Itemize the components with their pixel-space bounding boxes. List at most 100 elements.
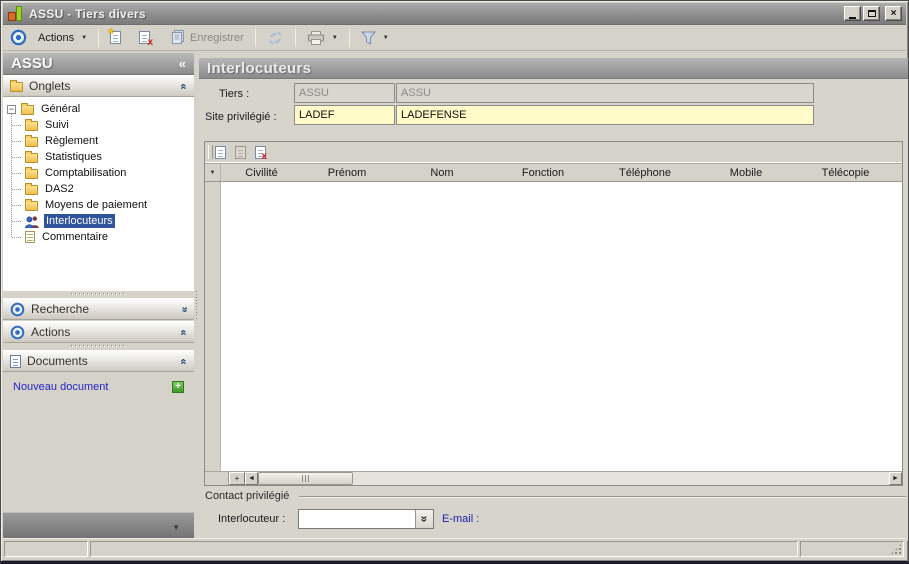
onglets-label: Onglets	[29, 79, 70, 93]
double-chevron-down-icon: »	[419, 516, 431, 523]
tree-item-comptabilisation[interactable]: Comptabilisation	[3, 165, 194, 181]
collapse-node-icon[interactable]: −	[7, 105, 16, 114]
chevron-up-icon[interactable]: »	[178, 83, 189, 89]
grid-add-row-button[interactable]: +	[229, 472, 245, 485]
section-resize-grip[interactable]	[3, 343, 194, 350]
section-header-onglets[interactable]: Onglets »	[3, 75, 194, 97]
scrollbar-track[interactable]	[353, 472, 889, 485]
main-toolbar: Actions ▼ ★ x Enregistrer ▼	[3, 25, 906, 51]
red-x-icon: x	[261, 151, 267, 162]
sidebar-title-bar: ASSU «	[3, 53, 194, 75]
scroll-right-button[interactable]: ►	[889, 472, 902, 485]
site-code-field[interactable]	[294, 105, 395, 125]
actions-menu-button[interactable]: Actions ▼	[33, 29, 92, 47]
interlocuteur-label: Interlocuteur :	[218, 513, 285, 525]
status-panel-middle	[90, 541, 798, 557]
print-button[interactable]: ▼	[302, 28, 343, 48]
filter-button[interactable]: ▼	[356, 28, 394, 48]
tree-item-das2[interactable]: DAS2	[3, 181, 194, 197]
interlocuteur-input[interactable]	[299, 513, 415, 525]
column-header-civilite[interactable]: Civilité	[221, 167, 302, 179]
email-link-label[interactable]: E-mail :	[442, 513, 479, 525]
grid-body-empty[interactable]	[205, 182, 902, 471]
chevron-up-icon[interactable]: »	[178, 358, 189, 364]
contact-group-line	[299, 496, 906, 497]
column-header-mobile[interactable]: Mobile	[696, 167, 796, 179]
section-header-documents[interactable]: Documents »	[3, 350, 194, 372]
tree-item-moyens-de-paiement[interactable]: Moyens de paiement	[3, 197, 194, 213]
status-bar	[3, 538, 906, 558]
overflow-arrow-icon[interactable]: ▼	[172, 523, 180, 532]
chevron-up-icon[interactable]: »	[178, 329, 189, 335]
print-dropdown-icon: ▼	[332, 35, 338, 41]
new-record-button[interactable]: ★	[105, 28, 126, 47]
sidebar-title: ASSU	[11, 55, 53, 72]
documents-label: Documents	[27, 354, 88, 368]
tree-item-commentaire[interactable]: Commentaire	[3, 229, 194, 245]
red-x-icon: x	[147, 37, 153, 48]
tree-item-general[interactable]: − Général	[3, 101, 194, 117]
logo-green-block	[16, 6, 22, 21]
site-name-field[interactable]	[396, 105, 814, 125]
new-document-link[interactable]: Nouveau document	[13, 381, 108, 393]
minimize-icon	[849, 17, 856, 19]
app-window: ASSU - Tiers divers × Actions ▼ ★ x Enre…	[0, 0, 909, 564]
actions-bullseye-icon	[10, 29, 27, 46]
toolbar-separator	[255, 29, 256, 47]
resize-grip[interactable]	[890, 543, 902, 555]
recherche-bullseye-icon	[10, 302, 25, 317]
column-header-nom[interactable]: Nom	[392, 167, 492, 179]
filter-dropdown-icon: ▼	[383, 35, 389, 41]
grid-duplicate-row-button[interactable]	[235, 146, 246, 159]
close-icon: ×	[891, 8, 897, 19]
refresh-button[interactable]	[262, 28, 289, 48]
main-panel: Interlocuteurs Tiers : Site privilégié :…	[199, 58, 908, 541]
column-header-fonction[interactable]: Fonction	[492, 167, 594, 179]
section-resize-grip[interactable]	[3, 291, 194, 298]
scroll-left-button[interactable]: ◄	[245, 472, 258, 485]
row-selector-header[interactable]: ▼	[205, 164, 221, 181]
window-title: ASSU - Tiers divers	[29, 7, 146, 21]
column-header-telephone[interactable]: Téléphone	[594, 167, 696, 179]
tree-item-reglement[interactable]: Règlement	[3, 133, 194, 149]
save-icon	[170, 30, 186, 45]
column-header-telecopie[interactable]: Télécopie	[796, 167, 895, 179]
actions-bullseye-icon	[10, 325, 25, 340]
people-icon	[25, 215, 39, 228]
row-selector-column	[205, 182, 221, 471]
toolbar-separator	[295, 29, 296, 47]
folder-icon	[25, 153, 38, 163]
section-header-actions[interactable]: Actions »	[3, 321, 194, 343]
delete-record-button[interactable]: x	[134, 28, 155, 47]
app-icon	[7, 6, 23, 21]
sidebar-footer-bar: ▼	[3, 512, 194, 541]
section-header-recherche[interactable]: Recherche »	[3, 298, 194, 320]
grid-horizontal-scrollbar: + ◄ ►	[205, 471, 902, 485]
grid-header-row: ▼ Civilité Prénom Nom Fonction Téléphone…	[205, 163, 902, 182]
sidebar-splitter[interactable]	[194, 291, 198, 321]
sidebar-collapse-button[interactable]: «	[179, 56, 186, 71]
scrollbar-thumb[interactable]	[258, 472, 353, 485]
tree-item-statistiques[interactable]: Statistiques	[3, 149, 194, 165]
minimize-button[interactable]	[844, 6, 861, 21]
grid-new-row-button[interactable]	[215, 146, 226, 159]
recherche-label: Recherche	[31, 302, 89, 316]
folder-icon	[25, 185, 38, 195]
tree-item-interlocuteurs[interactable]: Interlocuteurs	[3, 213, 194, 229]
interlocuteur-combobox[interactable]: »	[298, 509, 434, 529]
actions-dropdown-icon: ▼	[81, 35, 87, 41]
add-document-button[interactable]: +	[172, 381, 184, 393]
maximize-button[interactable]	[863, 6, 880, 21]
filter-funnel-icon	[361, 31, 376, 45]
grid-delete-row-button[interactable]: x	[255, 146, 266, 159]
site-privilegie-label: Site privilégié :	[205, 111, 277, 123]
toolbar-separator	[349, 29, 350, 47]
tree-item-suivi[interactable]: Suivi	[3, 117, 194, 133]
chevron-down-icon[interactable]: »	[178, 306, 189, 312]
page-title-bar: Interlocuteurs	[199, 58, 908, 79]
close-button[interactable]: ×	[885, 6, 902, 21]
folder-icon	[25, 201, 38, 211]
column-header-prenom[interactable]: Prénom	[302, 167, 392, 179]
save-button[interactable]: Enregistrer	[165, 27, 249, 48]
combo-dropdown-button[interactable]: »	[415, 510, 433, 528]
